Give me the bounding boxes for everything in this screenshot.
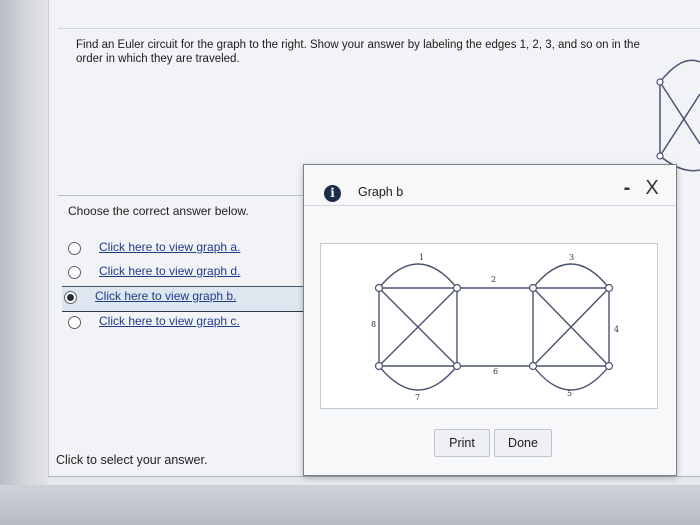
dialog-header: i Graph b - X (304, 165, 676, 206)
option-graph-b[interactable]: Click here to view graph b. (62, 286, 306, 312)
graph-vertex (374, 361, 384, 371)
edge-label: 8 (371, 320, 376, 329)
option-link[interactable]: Click here to view graph d. (99, 264, 240, 278)
graph-vertex (604, 361, 614, 371)
graph-figure: 1 2 3 4 5 6 7 8 (320, 243, 658, 409)
done-button[interactable]: Done (494, 429, 552, 457)
section-divider (58, 195, 304, 196)
graph-vertex (374, 283, 384, 293)
graph-vertex (452, 361, 462, 371)
option-link[interactable]: Click here to view graph a. (99, 240, 240, 254)
status-hint: Click to select your answer. (56, 453, 208, 467)
info-icon: i (324, 185, 341, 202)
edge-label: 7 (415, 393, 420, 402)
graph-edge (378, 263, 458, 289)
radio-button[interactable] (68, 242, 81, 255)
graph-edge (532, 263, 610, 289)
edge-label: 5 (567, 389, 572, 398)
top-divider (58, 28, 700, 29)
option-graph-d[interactable]: Click here to view graph d. (66, 262, 306, 286)
option-graph-a[interactable]: Click here to view graph a. (66, 238, 306, 262)
dialog-title: Graph b (358, 185, 404, 199)
graph-edge (532, 365, 610, 391)
close-button[interactable]: X (641, 177, 663, 199)
print-button[interactable]: Print (434, 429, 490, 457)
graph-vertex (452, 283, 462, 293)
radio-button[interactable] (68, 266, 81, 279)
minimize-button[interactable]: - (617, 178, 637, 198)
radio-button[interactable] (68, 316, 81, 329)
graph-vertex (528, 283, 538, 293)
graph-dialog: i Graph b - X 1 2 3 4 5 6 7 8 Print Done (303, 164, 677, 476)
question-text: Find an Euler circuit for the graph to t… (76, 39, 640, 65)
radio-button-selected[interactable] (64, 291, 77, 304)
edge-label: 4 (614, 325, 619, 334)
euler-graph: 1 2 3 4 5 6 7 8 (371, 253, 619, 402)
graph-vertex (604, 283, 614, 293)
edge-label: 1 (419, 253, 424, 262)
answer-options: Click here to view graph a. Click here t… (62, 238, 306, 336)
graph-edge (378, 365, 458, 391)
instruction-text: Choose the correct answer below. (68, 204, 249, 218)
edge-label: 2 (491, 275, 496, 284)
option-graph-c[interactable]: Click here to view graph c. (66, 312, 306, 336)
screen-bezel (0, 0, 48, 525)
side-graph-preview (656, 59, 700, 172)
edge-label: 6 (493, 367, 498, 376)
screen-bezel-bottom (0, 485, 700, 525)
edge-label: 3 (569, 253, 574, 262)
option-link[interactable]: Click here to view graph b. (95, 289, 236, 303)
option-link[interactable]: Click here to view graph c. (99, 314, 240, 328)
graph-vertex (528, 361, 538, 371)
